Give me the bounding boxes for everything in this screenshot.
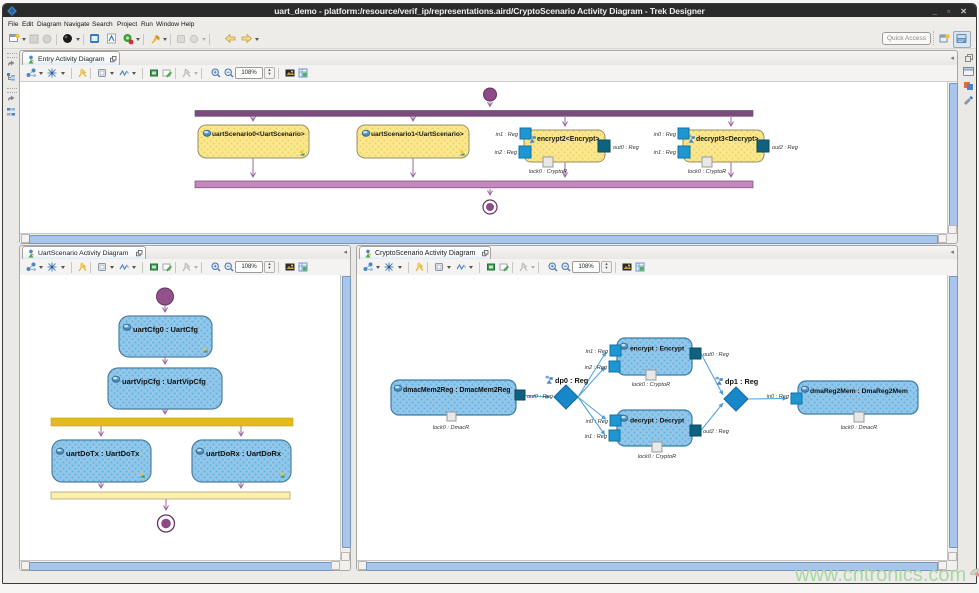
svg-text:in1 : Reg: in1 : Reg [496, 132, 519, 138]
svg-text:in1 : Reg: in1 : Reg [654, 150, 677, 156]
svg-text:in0 : Reg: in0 : Reg [654, 132, 677, 138]
svg-text:dp0 : Reg: dp0 : Reg [555, 376, 588, 385]
svg-text:lock0 : CryptoR: lock0 : CryptoR [632, 382, 670, 388]
svg-text:out0 : Reg: out0 : Reg [703, 352, 730, 358]
svg-text:out0 : Reg: out0 : Reg [613, 145, 640, 151]
svg-text:in2 : Reg: in2 : Reg [585, 365, 608, 371]
svg-text:out2 : Reg: out2 : Reg [703, 429, 730, 435]
svg-text:lock0 : CryptoR: lock0 : CryptoR [529, 169, 567, 175]
svg-text:uartCfg0 : UartCfg: uartCfg0 : UartCfg [133, 325, 198, 334]
svg-text:encrypt : Encrypt: encrypt : Encrypt [630, 346, 685, 353]
svg-text:decrypt3<Decrypt>: decrypt3<Decrypt> [696, 136, 758, 143]
svg-text:uartDoTx : UartDoTx: uartDoTx : UartDoTx [66, 449, 140, 458]
svg-text:dmacMem2Reg : DmacMem2Reg: dmacMem2Reg : DmacMem2Reg [403, 387, 510, 394]
svg-text:uartVipCfg : UartVipCfg: uartVipCfg : UartVipCfg [122, 377, 206, 386]
svg-text:lock0 : DmacR: lock0 : DmacR [433, 425, 469, 431]
svg-text:out0 : Reg: out0 : Reg [527, 394, 554, 400]
svg-text:in0 : Reg: in0 : Reg [767, 394, 790, 400]
svg-text:dmaReg2Mem : DmaReg2Mem: dmaReg2Mem : DmaReg2Mem [810, 388, 908, 395]
svg-text:encrypt2<Encrypt>: encrypt2<Encrypt> [537, 136, 599, 143]
svg-text:in0 : Reg: in0 : Reg [586, 419, 609, 425]
svg-text:out2 : Reg: out2 : Reg [772, 145, 799, 151]
svg-text:lock0 : DmacR: lock0 : DmacR [841, 425, 877, 431]
svg-text:uartScenario0<UartScenario>: uartScenario0<UartScenario> [212, 131, 305, 138]
svg-text:in2 : Reg: in2 : Reg [495, 150, 518, 156]
svg-text:uartDoRx : UartDoRx: uartDoRx : UartDoRx [206, 449, 282, 458]
svg-text:dp1 : Reg: dp1 : Reg [725, 377, 758, 386]
svg-text:in1 : Reg: in1 : Reg [585, 434, 608, 440]
svg-text:lock0 : CryptoR: lock0 : CryptoR [688, 169, 726, 175]
svg-text:decrypt : Decrypt: decrypt : Decrypt [630, 418, 685, 425]
svg-text:uartScenario1<UartScenario>: uartScenario1<UartScenario> [371, 131, 464, 138]
svg-text:lock0 : CryptoR: lock0 : CryptoR [638, 454, 676, 460]
svg-text:in1 : Reg: in1 : Reg [586, 349, 609, 355]
